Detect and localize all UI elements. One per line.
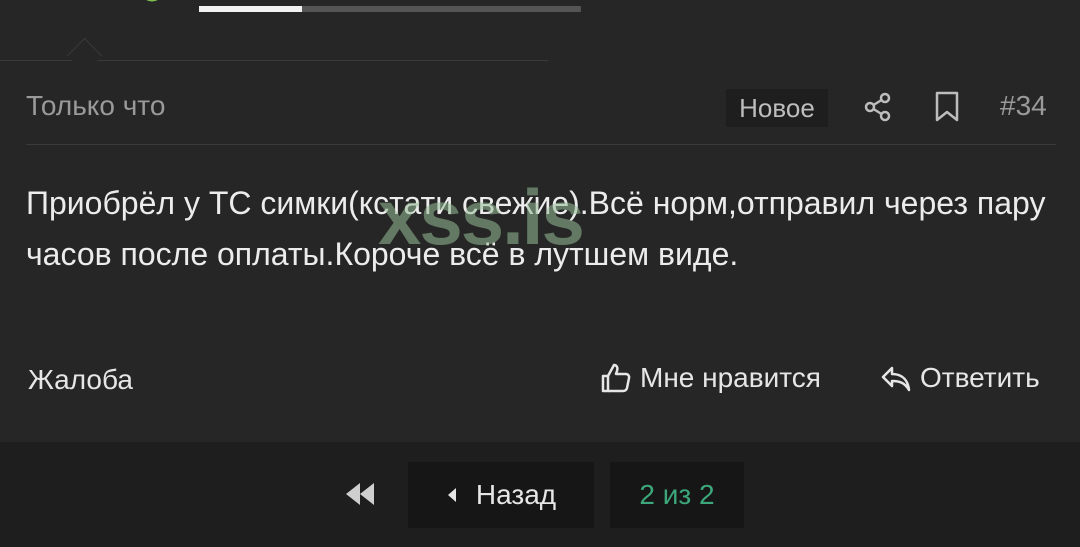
page-selector[interactable]: 2 из 2 — [610, 462, 744, 528]
like-button[interactable]: Мне нравится — [600, 362, 821, 394]
reply-button[interactable]: Ответить — [880, 362, 1040, 394]
thumbs-up-icon — [601, 363, 631, 393]
back-label: Назад — [475, 479, 557, 510]
post-timestamp: Только что — [26, 90, 166, 121]
post-number-link[interactable]: #34 — [1000, 90, 1047, 122]
bookmark-icon — [935, 91, 959, 122]
double-chevron-left-icon — [346, 483, 374, 505]
reply-label: Ответить — [920, 362, 1040, 393]
post-message: Приобрёл у ТС симки(кстати свежие).Всё н… — [26, 185, 1046, 272]
report-link[interactable]: Жалоба — [28, 364, 133, 396]
avatar-remnant — [146, 0, 158, 2]
like-label: Мне нравится — [640, 362, 821, 393]
progress-bar — [199, 6, 581, 12]
back-button[interactable]: Назад — [408, 462, 594, 528]
share-icon — [864, 92, 891, 122]
previous-post-strip — [0, 0, 1080, 60]
first-page-button[interactable] — [338, 474, 382, 514]
reply-icon — [881, 366, 911, 392]
share-button[interactable] — [860, 88, 896, 126]
caret-left-icon — [447, 488, 456, 502]
header-separator — [26, 144, 1056, 145]
progress-fill — [199, 6, 303, 12]
bookmark-button[interactable] — [930, 88, 964, 126]
new-badge: Новое — [726, 89, 828, 127]
